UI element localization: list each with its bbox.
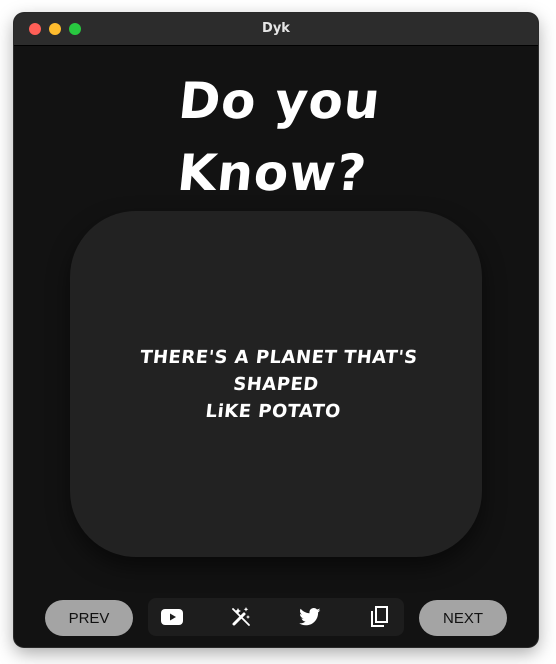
heading-line-1: Do you (175, 72, 384, 130)
twitter-icon[interactable] (294, 601, 326, 633)
next-button[interactable]: NEXT (419, 600, 507, 636)
fact-card: THERE'S A PLANET THAT'S SHAPED LiKE POTA… (70, 211, 482, 557)
fact-text: THERE'S A PLANET THAT'S SHAPED LiKE POTA… (102, 344, 451, 425)
copy-icon[interactable] (363, 601, 395, 633)
prev-button[interactable]: PREV (45, 600, 133, 636)
window-title: Dyk (262, 21, 290, 36)
title-bar: Dyk (14, 13, 538, 46)
fact-line-1: THERE'S A PLANET THAT'S SHAPED (139, 346, 419, 395)
youtube-icon[interactable] (156, 601, 188, 633)
page-heading: Do you Know? (14, 65, 538, 209)
bottom-toolbar: PREV NEXT (14, 598, 538, 638)
fact-line-2: LiKE POTATO (204, 400, 342, 422)
magic-wand-off-icon[interactable] (225, 601, 257, 633)
heading-line-2: Know? (174, 144, 370, 202)
app-window: Dyk Do you Know? THERE'S A PLANET THAT'S… (14, 13, 538, 647)
icon-bar (148, 598, 404, 636)
